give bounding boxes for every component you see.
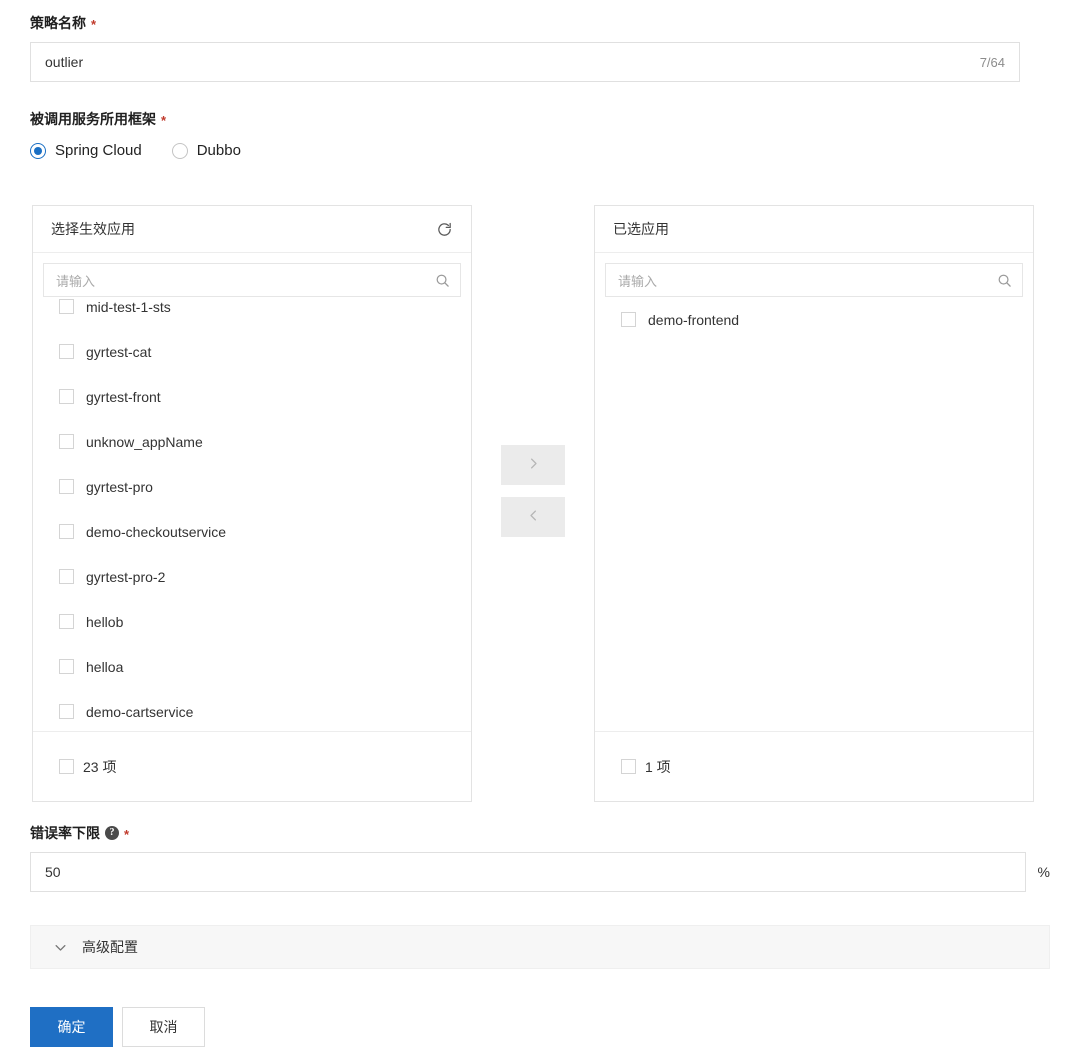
search-icon[interactable] [997,273,1012,288]
required-asterisk: * [124,828,129,841]
app-transfer: 选择生效应用 请输入 [32,205,1034,802]
list-item[interactable]: demo-cartservice [33,689,471,731]
list-item-label: gyrtest-cat [86,344,151,360]
error-rate-value[interactable]: 50 [45,864,61,880]
transfer-to-left-button[interactable] [501,497,565,537]
transfer-source-header: 选择生效应用 [33,206,471,253]
checkbox[interactable] [59,389,74,404]
transfer-target-footer: 1 项 [595,731,1033,801]
list-item-label: unknow_appName [86,434,203,450]
framework-label: 被调用服务所用框架 * [30,110,1020,128]
transfer-target-header: 已选应用 [595,206,1033,253]
checkbox[interactable] [621,312,636,327]
checkbox[interactable] [59,479,74,494]
transfer-source-search-wrap: 请输入 [33,253,471,297]
list-item[interactable]: hellob [33,599,471,644]
radio-dot-selected-icon[interactable] [30,143,46,159]
list-item-label: hellob [86,614,123,630]
policy-name-label: 策略名称 * [30,14,1020,32]
error-rate-label: 错误率下限 ? * [30,824,1050,842]
radio-option-dubbo[interactable]: Dubbo [172,142,241,159]
list-item[interactable]: demo-frontend [595,297,1033,342]
checkbox[interactable] [59,299,74,314]
advanced-config-collapse[interactable]: 高级配置 [30,925,1050,969]
checkbox[interactable] [59,659,74,674]
framework-field-group: 被调用服务所用框架 * Spring Cloud Dubbo [30,110,1020,159]
transfer-to-right-button[interactable] [501,445,565,485]
framework-label-text: 被调用服务所用框架 [30,110,156,128]
policy-name-input[interactable]: outlier 7/64 [30,42,1020,82]
transfer-source-panel: 选择生效应用 请输入 [32,205,472,802]
policy-name-value[interactable]: outlier [45,54,980,70]
transfer-source-search-placeholder: 请输入 [56,271,435,290]
transfer-target-search-input[interactable]: 请输入 [605,263,1023,297]
outlier-policy-form: 策略名称 * outlier 7/64 被调用服务所用框架 * Spring C… [0,0,1080,1058]
checkbox[interactable] [59,614,74,629]
checkbox[interactable] [59,434,74,449]
policy-name-label-text: 策略名称 [30,14,86,32]
list-item[interactable]: gyrtest-pro [33,464,471,509]
transfer-target-count: 1 项 [645,757,671,777]
transfer-source-title: 选择生效应用 [51,219,436,239]
form-footer: 确定 取消 [0,996,1080,1058]
error-rate-input[interactable]: 50 [30,852,1026,892]
list-item-label: demo-checkoutservice [86,524,226,540]
list-item[interactable]: unknow_appName [33,419,471,464]
cancel-button[interactable]: 取消 [122,1007,205,1047]
checkbox[interactable] [59,344,74,359]
chevron-down-icon [53,940,68,955]
checkbox[interactable] [59,704,74,719]
transfer-target-search-wrap: 请输入 [595,253,1033,297]
list-item-label: helloa [86,659,123,675]
list-item-label: mid-test-1-sts [86,299,171,315]
transfer-source-count: 23 项 [83,757,116,777]
transfer-source-search-input[interactable]: 请输入 [43,263,461,297]
transfer-target-title: 已选应用 [613,219,1015,239]
transfer-target-search-placeholder: 请输入 [618,271,997,290]
search-icon[interactable] [435,273,450,288]
advanced-config-header[interactable]: 高级配置 [30,925,1050,969]
list-item[interactable]: mid-test-1-sts [33,297,471,329]
chevron-right-icon [526,456,541,474]
list-item[interactable]: demo-checkoutservice [33,509,471,554]
radio-label-spring-cloud: Spring Cloud [55,142,142,159]
confirm-button[interactable]: 确定 [30,1007,113,1047]
transfer-target-list-inner: demo-frontend [595,297,1033,342]
error-rate-unit: % [1038,864,1050,880]
framework-radio-group: Spring Cloud Dubbo [30,142,1020,159]
list-item[interactable]: gyrtest-pro-2 [33,554,471,599]
transfer-target-panel: 已选应用 请输入 demo-frontend [594,205,1034,802]
select-all-checkbox[interactable] [621,759,636,774]
transfer-source-footer: 23 项 [33,731,471,801]
policy-name-field-group: 策略名称 * outlier 7/64 [30,14,1020,82]
transfer-action-buttons [472,205,594,537]
transfer-source-list-inner: mid-test-1-sts gyrtest-cat gyrtest-front… [33,297,471,731]
list-item[interactable]: gyrtest-front [33,374,471,419]
list-item-label: gyrtest-front [86,389,161,405]
radio-option-spring-cloud[interactable]: Spring Cloud [30,142,142,159]
list-item-label: demo-frontend [648,312,739,328]
question-circle-icon[interactable]: ? [105,826,119,840]
list-item[interactable]: helloa [33,644,471,689]
select-all-checkbox[interactable] [59,759,74,774]
list-item[interactable]: gyrtest-cat [33,329,471,374]
radio-label-dubbo: Dubbo [197,142,241,159]
radio-dot-unselected-icon[interactable] [172,143,188,159]
checkbox[interactable] [59,569,74,584]
error-rate-field-group: 错误率下限 ? * 50 % [30,824,1050,892]
transfer-source-list[interactable]: mid-test-1-sts gyrtest-cat gyrtest-front… [33,297,471,731]
list-item-label: demo-cartservice [86,704,193,720]
error-rate-label-text: 错误率下限 [30,824,100,842]
chevron-left-icon [526,508,541,526]
required-asterisk: * [91,18,96,31]
refresh-icon[interactable] [436,221,453,238]
policy-name-counter: 7/64 [980,55,1005,70]
required-asterisk: * [161,114,166,127]
advanced-config-label: 高级配置 [82,937,138,957]
checkbox[interactable] [59,524,74,539]
error-rate-input-row: 50 % [30,852,1050,892]
list-item-label: gyrtest-pro [86,479,153,495]
transfer-target-list[interactable]: demo-frontend [595,297,1033,731]
list-item-label: gyrtest-pro-2 [86,569,165,585]
